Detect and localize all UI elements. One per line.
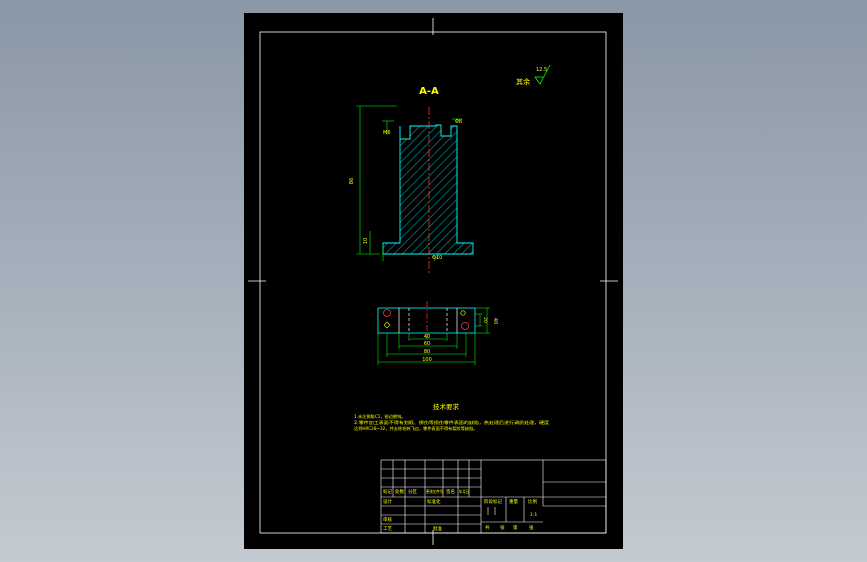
dim-bore: Φ8: [455, 119, 462, 125]
dim-base-hole: Φ10: [432, 255, 442, 261]
tb-sheet-unit-2: 张: [529, 524, 534, 531]
tb-standardization: 标准化: [427, 498, 441, 505]
tb-stage-mark: 阶段标记: [484, 498, 502, 505]
tb-approver: 批准: [433, 525, 442, 532]
dim-width-3: 40: [424, 334, 430, 340]
dim-depth-2: 20: [482, 317, 488, 323]
dim-base-width: 100: [422, 357, 432, 363]
dim-foot-height: 10: [363, 238, 369, 244]
tb-designer: 设计: [383, 498, 392, 505]
dim-height: 86: [349, 178, 355, 184]
tb-weight: 重量: [509, 498, 518, 505]
plan-outline: [377, 307, 476, 334]
section-view: 86 Φ8 10 Φ10 M6: [349, 105, 474, 275]
tb-label-zone: 分区: [408, 488, 417, 495]
hole-top-left: [383, 309, 391, 317]
technical-requirements: 技术要求 1.未注倒角C1，锐边倒钝。 2.零件加工表面不得有划痕、擦伤等损伤零…: [354, 402, 550, 432]
dim-width-2: 60: [424, 341, 430, 347]
section-label: A-A: [419, 86, 439, 97]
title-block: 标记 处数 分区 更改文件号 签名 年月日 设计 标准化 审核 工艺 批准 阶段…: [380, 459, 607, 534]
surface-finish-symbol: 其余 12.5: [516, 64, 551, 86]
dim-width-1: 80: [424, 349, 430, 355]
tb-ratio: 比例: [528, 498, 537, 505]
tb-sheet-total: 共: [485, 524, 490, 531]
tech-req-line-3: 达到HRC28~32，并去除毛刺飞边，零件表面不得有裂纹等缺陷。: [354, 425, 477, 432]
tb-sheet-unit-1: 张: [500, 524, 505, 531]
hole-bottom-right: [461, 322, 469, 330]
tech-req-title: 技术要求: [433, 402, 460, 411]
tb-label-mark: 标记: [383, 488, 392, 495]
tech-req-line-2: 2.零件加工表面不得有划痕、擦伤等损伤零件表面的缺陷，热处理后进行调质处理，硬度: [354, 419, 550, 426]
tb-checker: 审核: [383, 516, 392, 523]
tb-label-date: 年月日: [459, 488, 469, 495]
dim-depth: 40: [492, 318, 498, 324]
tb-sheet-no: 第: [513, 524, 518, 531]
surface-finish-label: 其余: [516, 77, 530, 86]
diamond-left: [383, 321, 391, 329]
tb-label-sign: 签名: [446, 488, 455, 495]
surface-finish-value: 12.5: [536, 67, 547, 73]
center-marks: [248, 18, 618, 545]
tech-req-line-1: 1.未注倒角C1，锐边倒钝。: [354, 413, 405, 420]
cad-drawing: A-A 其余 12.5 86 Φ8 10 Φ10 M6 40 60 80 100…: [248, 18, 618, 545]
tb-scale: 1:1: [530, 512, 537, 518]
tb-process: 工艺: [383, 526, 392, 532]
outer-border: [259, 31, 607, 534]
dim-thread: M6: [383, 130, 391, 136]
tb-label-change-doc: 更改文件号: [426, 488, 443, 495]
hole-top-right: [460, 310, 466, 316]
part-section: [382, 124, 474, 255]
tb-label-count: 处数: [395, 488, 404, 495]
plan-view: 40 60 80 100 40 20: [377, 301, 498, 365]
drawing-sheet: A-A 其余 12.5 86 Φ8 10 Φ10 M6 40 60 80 100…: [244, 13, 623, 549]
